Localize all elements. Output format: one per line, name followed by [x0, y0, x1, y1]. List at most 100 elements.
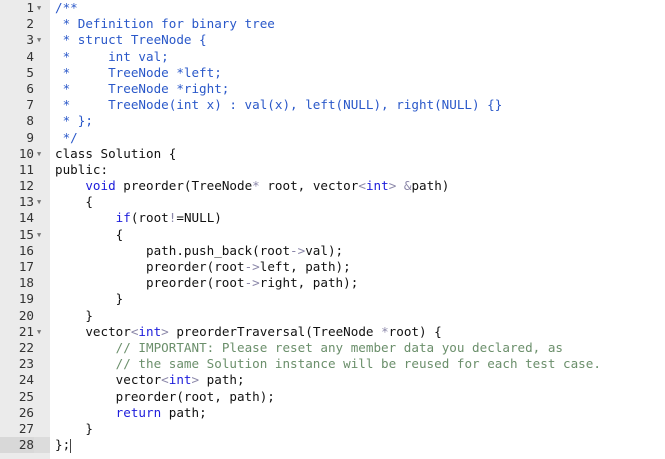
code-line[interactable]: 19 }	[0, 291, 665, 307]
code-editor[interactable]: 1 ▼/** 2 * Definition for binary tree 3 ▼ * …	[0, 0, 665, 454]
code-token: preorder(root	[55, 259, 245, 274]
code-token: return	[115, 404, 162, 420]
code-line[interactable]: 18 preorder(root->right, path);	[0, 275, 665, 291]
line-number: 23	[18, 356, 34, 372]
code-token: path;	[199, 372, 245, 388]
code-line[interactable]: 8 * };	[0, 113, 665, 129]
code-token: * int val;	[55, 48, 169, 64]
code-text: if(root!=NULL)	[55, 210, 222, 226]
code-line[interactable]: 17 preorder(root->left, path);	[0, 259, 665, 275]
code-token: * TreeNode(int x) : val(x), left(NULL), …	[55, 97, 503, 113]
code-token: *	[252, 178, 260, 194]
code-token: };	[55, 437, 71, 453]
code-line[interactable]: 21 ▼ vector<int> preorderTraversal(TreeNo…	[0, 324, 665, 340]
code-token: preorder(root	[55, 275, 245, 291]
code-token: vector	[55, 323, 131, 339]
code-line[interactable]: 11 public:	[0, 162, 665, 178]
fold-toggle-icon[interactable]: ▼	[37, 32, 41, 48]
code-line[interactable]: 13 ▼ {	[0, 194, 665, 210]
code-text: * TreeNode(int x) : val(x), left(NULL), …	[55, 97, 503, 113]
code-line[interactable]: 6 * TreeNode *right;	[0, 81, 665, 97]
code-token: <	[358, 178, 366, 194]
code-text: path.push_back(root->val);	[55, 243, 343, 259]
line-number: 11	[18, 161, 34, 177]
code-line[interactable]: 4 * int val;	[0, 49, 665, 65]
code-token: * TreeNode *right;	[55, 80, 230, 96]
code-token: root) {	[388, 323, 442, 339]
line-number: 25	[18, 388, 34, 404]
fold-toggle-icon[interactable]: ▼	[37, 146, 41, 162]
code-token: <	[161, 372, 169, 388]
fold-toggle-icon[interactable]: ▼	[37, 227, 41, 243]
code-line[interactable]: 16 path.push_back(root->val);	[0, 243, 665, 259]
code-token: if	[115, 210, 131, 226]
code-token: path;	[161, 404, 207, 420]
code-text: preorder(root, path);	[55, 389, 275, 405]
code-token: * struct TreeNode {	[55, 32, 207, 48]
line-number: 7	[26, 97, 34, 113]
code-line[interactable]: 27 }	[0, 421, 665, 437]
code-text: * TreeNode *left;	[55, 65, 222, 81]
fold-toggle-icon[interactable]: ▼	[37, 0, 41, 16]
code-line[interactable]: 23 // the same Solution instance will be…	[0, 356, 665, 372]
code-line[interactable]: 24 vector<int> path;	[0, 372, 665, 388]
line-number: 22	[18, 339, 34, 355]
code-line[interactable]: 15 ▼ {	[0, 227, 665, 243]
code-text: {	[55, 194, 93, 210]
code-token: void	[85, 178, 116, 194]
code-line[interactable]: 26 return path;	[0, 405, 665, 421]
code-text: // the same Solution instance will be re…	[55, 356, 601, 372]
line-number: 12	[18, 178, 34, 194]
line-number: 27	[18, 420, 34, 436]
code-line[interactable]: 3 ▼ * struct TreeNode {	[0, 32, 665, 48]
code-line[interactable]: 2 * Definition for binary tree	[0, 16, 665, 32]
code-text: vector<int> path;	[55, 372, 245, 388]
code-text: * struct TreeNode {	[55, 32, 207, 48]
line-number: 19	[18, 291, 34, 307]
code-token: */	[55, 129, 78, 145]
code-token: path)	[411, 178, 450, 194]
code-line[interactable]: 7 * TreeNode(int x) : val(x), left(NULL)…	[0, 97, 665, 113]
fold-toggle-icon[interactable]: ▼	[37, 324, 41, 340]
code-line[interactable]: 9 */	[0, 130, 665, 146]
line-number: 14	[18, 210, 34, 226]
code-token: /**	[55, 0, 78, 15]
code-text: * TreeNode *right;	[55, 80, 230, 97]
code-token: int	[138, 323, 162, 339]
code-line[interactable]: 10 ▼ class Solution {	[0, 146, 665, 162]
line-number: 15	[18, 226, 34, 242]
code-text: }	[55, 308, 93, 324]
code-text: class Solution {	[55, 146, 176, 162]
line-number: 8	[26, 113, 34, 129]
code-text: * Definition for binary tree	[55, 16, 275, 32]
line-number: 4	[26, 48, 34, 64]
code-token: {	[55, 194, 93, 210]
code-token: * };	[55, 113, 93, 129]
code-token: vector	[55, 372, 162, 388]
code-line[interactable]: 5 * TreeNode *left;	[0, 65, 665, 81]
code-text: */	[55, 130, 78, 146]
code-text: };	[55, 437, 72, 453]
code-text: return path;	[55, 405, 207, 421]
code-token: class Solution {	[55, 145, 177, 161]
fold-toggle-icon[interactable]: ▼	[37, 194, 41, 210]
code-text: preorder(root->left, path);	[55, 259, 351, 275]
code-token: public:	[55, 161, 109, 177]
code-line[interactable]: 22 // IMPORTANT: Please reset any member…	[0, 340, 665, 356]
code-token: preorder(root, path);	[55, 388, 275, 404]
code-line[interactable]: 28};	[0, 437, 665, 454]
code-text: /**	[55, 0, 78, 16]
code-text: void preorder(TreeNode* root, vector<int…	[55, 178, 449, 194]
code-text: // IMPORTANT: Please reset any member da…	[55, 340, 563, 356]
code-token: ->	[244, 259, 260, 274]
code-text: }	[55, 291, 124, 307]
code-token: right, path);	[259, 275, 359, 291]
code-line[interactable]: 14 if(root!=NULL)	[0, 210, 665, 226]
code-line[interactable]: 1 ▼ /**	[0, 0, 665, 16]
code-line[interactable]: 25 preorder(root, path);	[0, 389, 665, 405]
code-line[interactable]: 12 void preorder(TreeNode* root, vector<…	[0, 178, 665, 194]
code-line[interactable]: 20 }	[0, 308, 665, 324]
code-token: * Definition for binary tree	[55, 16, 275, 32]
